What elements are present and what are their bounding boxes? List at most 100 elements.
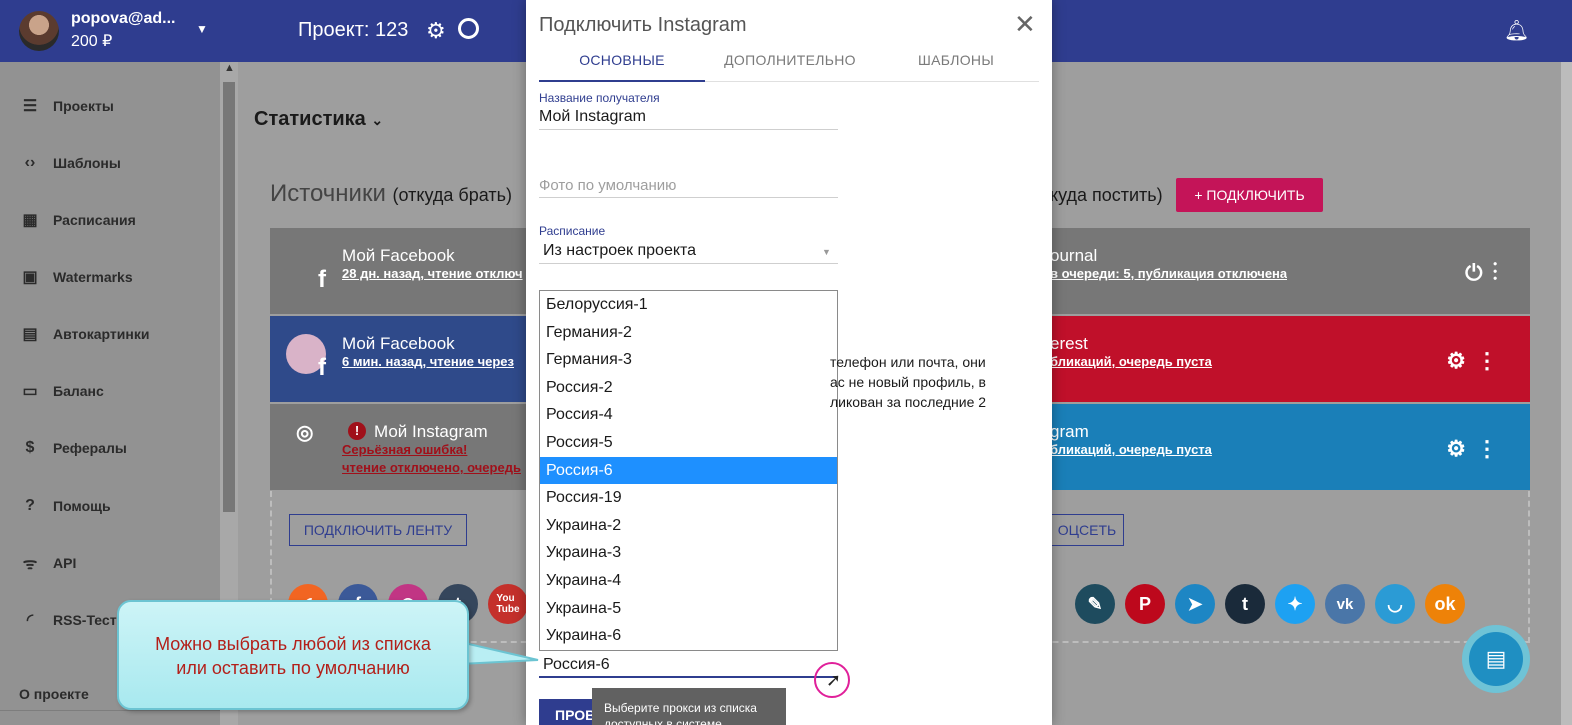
photo-underline (539, 197, 838, 198)
sidebar-item-projects[interactable]: ☰ Проекты (0, 91, 220, 121)
avatar[interactable] (19, 11, 59, 51)
pinterest-icon[interactable]: P (1125, 584, 1165, 624)
recipient-input[interactable]: Мой Instagram (539, 108, 646, 126)
proxy-option[interactable]: Украина-3 (540, 539, 837, 567)
proxy-option[interactable]: Россия-19 (540, 484, 837, 512)
sidebar-item-help[interactable]: ? Помощь (0, 491, 220, 521)
proxy-option[interactable]: Белоруссия-1 (540, 291, 837, 319)
feed-name: erest (1050, 334, 1088, 353)
bell-icon[interactable]: 🔔︎ (1504, 18, 1529, 43)
sidebar-item-autoimages[interactable]: ▤ Автокартинки (0, 319, 220, 349)
calendar-icon: ▦ (22, 212, 38, 229)
sidebar-item-referrals[interactable]: $ Рефералы (0, 433, 220, 463)
proxy-option[interactable]: Украина-4 (540, 567, 837, 595)
facebook-icon: f (318, 354, 326, 381)
callout-line-2: или оставить по умолчанию (176, 658, 410, 678)
twitter-icon[interactable]: ✦ (1275, 584, 1315, 624)
proxy-underline (539, 676, 838, 678)
sidebar-item-watermarks[interactable]: ▣ Watermarks (0, 262, 220, 292)
chevron-down-icon[interactable]: ▼ (822, 247, 831, 257)
hint-callout: Можно выбрать любой из списка или остави… (117, 600, 469, 710)
sidebar-item-api[interactable]: ᯤ API (0, 548, 220, 578)
connect-instagram-dialog: Подключить Instagram ✕ ОСНОВНЫЕ ДОПОЛНИТ… (526, 0, 1052, 725)
close-icon[interactable]: ✕ (1014, 9, 1036, 40)
sidebar-item-schedules[interactable]: ▦ Расписания (0, 205, 220, 235)
feed-error[interactable]: Серьёзная ошибка! (342, 442, 542, 457)
callout-tail (460, 640, 539, 666)
rss-icon: ◜ (26, 612, 34, 629)
schedule-label: Расписание (539, 224, 606, 238)
divider (0, 710, 220, 711)
user-name[interactable]: popova@ad... (71, 10, 176, 28)
chevron-down-icon[interactable]: ▼ (196, 22, 208, 36)
feed-name: Мой Instagram (374, 422, 488, 441)
active-tab-indicator (539, 80, 705, 82)
source-instagram[interactable]: ◎ ! Мой Instagram Серьёзная ошибка! чтен… (270, 404, 570, 490)
sidebar-item-balance[interactable]: ▭ Баланс (0, 376, 220, 406)
sidebar-item-label: RSS-Тест (53, 612, 117, 628)
sidebar-item-templates[interactable]: ‹› Шаблоны (0, 148, 220, 178)
feed-status[interactable]: чтение отключено, очередь (342, 460, 542, 475)
target-telegram[interactable]: gram бликаций, очередь пуста ⚙⋮ (1050, 404, 1530, 490)
proxy-dropdown-list[interactable]: Белоруссия-1 Германия-2 Германия-3 Россия-2… (539, 290, 838, 651)
myworld-icon[interactable]: ◡ (1375, 584, 1415, 624)
tab-basic[interactable]: ОСНОВНЫЕ (539, 50, 705, 80)
facebook-icon: f (318, 266, 326, 293)
scrollbar-thumb[interactable] (223, 82, 235, 512)
tab-advanced[interactable]: ДОПОЛНИТЕЛЬНО (707, 50, 873, 80)
proxy-option[interactable]: Украина-2 (540, 512, 837, 540)
statistics-dropdown[interactable]: Статистика ⌄ (254, 108, 383, 131)
proxy-option[interactable]: Россия-5 (540, 429, 837, 457)
proxy-option[interactable]: Украина-6 (540, 622, 837, 650)
card-icon: ▭ (22, 383, 38, 400)
more-icon: ⋮ (1476, 436, 1508, 461)
telegram-icon[interactable]: ➤ (1175, 584, 1215, 624)
schedule-select[interactable]: Из настроек проекта (543, 242, 696, 260)
feed-status[interactable]: бликаций, очередь пуста (1050, 354, 1212, 369)
proxy-option[interactable]: Россия-4 (540, 401, 837, 429)
sidebar-item-label: Помощь (53, 498, 111, 514)
about-link[interactable]: О проекте (19, 686, 89, 702)
proxy-option[interactable]: Россия-2 (540, 374, 837, 402)
connect-feed-button[interactable]: ПОДКЛЮЧИТЬ ЛЕНТУ (289, 514, 467, 546)
sidebar-item-label: Баланс (53, 383, 104, 399)
feed-actions[interactable]: ⚙⋮ (1446, 436, 1508, 462)
api-icon: ᯤ (22, 556, 38, 573)
feed-actions[interactable]: ⏻⋮ (1465, 260, 1508, 286)
tumblr-icon[interactable]: t (1225, 584, 1265, 624)
connect-button[interactable]: + ПОДКЛЮЧИТЬ (1176, 178, 1323, 212)
feed-actions[interactable]: ⚙⋮ (1446, 348, 1508, 374)
photo-input[interactable]: Фото по умолчанию (539, 177, 676, 194)
proxy-option[interactable]: Германия-3 (540, 346, 837, 374)
gear-icon[interactable]: ⚙ (426, 18, 446, 44)
proxy-option[interactable]: Россия-6 (540, 456, 837, 485)
feed-name: Мой Facebook (342, 334, 455, 353)
tab-templates[interactable]: ШАБЛОНЫ (873, 50, 1039, 80)
message-icon: ▤ (1469, 632, 1523, 686)
chat-button[interactable]: ▤ (1462, 625, 1530, 693)
proxy-option[interactable]: Украина-5 (540, 595, 837, 623)
bot-icon[interactable] (458, 18, 479, 39)
proxy-select[interactable]: Россия-6 (543, 656, 610, 674)
project-title: Проект: 123 (298, 19, 409, 41)
youtube-icon[interactable]: You Tube (488, 584, 528, 624)
list-icon: ☰ (22, 98, 38, 115)
watermark-icon: ▣ (22, 269, 38, 286)
feed-status[interactable]: бликаций, очередь пуста (1050, 442, 1212, 457)
source-facebook-1[interactable]: f Мой Facebook 28 дн. назад, чтение откл… (270, 228, 570, 314)
proxy-tooltip: Выберите прокси из списка доступных в си… (592, 688, 786, 725)
scroll-up-icon[interactable]: ▲ (224, 62, 235, 74)
source-facebook-2[interactable]: f Мой Facebook 6 мин. назад, чтение чере… (270, 316, 570, 402)
user-balance: 200 ₽ (71, 33, 113, 50)
main-scrollbar[interactable] (1561, 62, 1572, 725)
proxy-option[interactable]: Германия-2 (540, 319, 837, 347)
recipient-underline (539, 129, 838, 130)
livejournal-icon[interactable]: ✎ (1075, 584, 1115, 624)
target-pinterest[interactable]: erest бликаций, очередь пуста ⚙⋮ (1050, 316, 1530, 402)
target-livejournal[interactable]: ournal в очереди: 5, публикация отключен… (1050, 228, 1530, 314)
feed-name: ournal (1050, 246, 1098, 265)
connect-network-button[interactable]: ОЦСЕТЬ (1050, 514, 1124, 546)
vk-icon[interactable]: vk (1325, 584, 1365, 624)
odnoklassniki-icon[interactable]: ok (1425, 584, 1465, 624)
feed-status[interactable]: в очереди: 5, публикация отключена (1050, 266, 1287, 281)
